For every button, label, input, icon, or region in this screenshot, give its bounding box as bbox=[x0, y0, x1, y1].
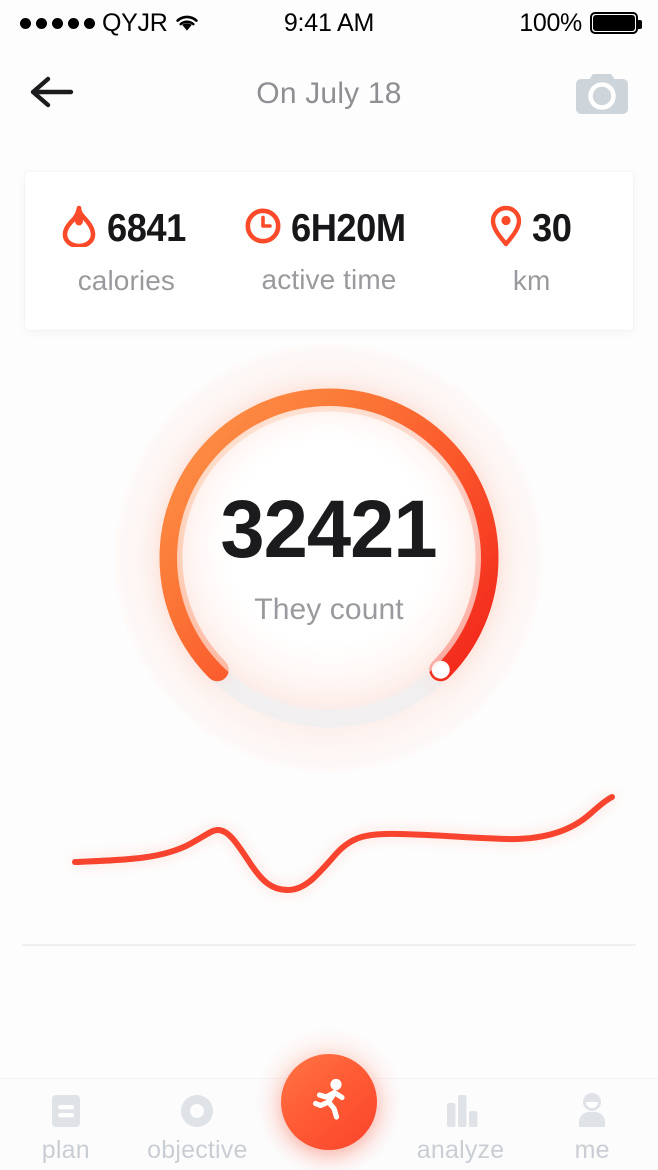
app-screen: QYJR 9:41 AM 100% On July 18 6841 calori… bbox=[0, 0, 658, 1170]
page-title: On July 18 bbox=[256, 77, 402, 110]
nav-item-analyze[interactable]: analyze bbox=[395, 1079, 527, 1165]
location-pin-icon bbox=[489, 205, 523, 252]
page-header: On July 18 bbox=[0, 46, 658, 142]
nav-label-me: me bbox=[574, 1136, 610, 1164]
flame-icon bbox=[60, 205, 98, 252]
camera-button[interactable] bbox=[571, 69, 633, 119]
start-run-fab[interactable] bbox=[281, 1054, 377, 1150]
plan-document-icon bbox=[43, 1088, 89, 1134]
stat-calories: 6841 calories bbox=[25, 205, 228, 297]
nav-label-plan: plan bbox=[41, 1136, 90, 1164]
nav-item-plan[interactable]: plan bbox=[0, 1079, 132, 1165]
objective-target-icon bbox=[174, 1088, 220, 1134]
status-bar-right: 100% bbox=[519, 8, 642, 38]
nav-label-objective: objective bbox=[147, 1136, 248, 1164]
analyze-bars-icon bbox=[438, 1088, 484, 1134]
battery-percent: 100% bbox=[519, 8, 582, 37]
stats-summary-card: 6841 calories 6H20M active time 30 km bbox=[25, 172, 633, 330]
stat-active-time-label: active time bbox=[261, 263, 397, 295]
steps-ring-gauge: 32421 They count bbox=[115, 344, 543, 772]
stat-active-time-value: 6H20M bbox=[290, 206, 406, 250]
stat-distance: 30 km bbox=[430, 205, 633, 297]
chart-line bbox=[72, 794, 615, 893]
step-count-value: 32421 bbox=[220, 484, 438, 575]
stat-active-time-top: 6H20M bbox=[244, 207, 414, 251]
nav-label-analyze: analyze bbox=[416, 1136, 505, 1164]
battery-full-icon bbox=[590, 12, 642, 34]
camera-icon bbox=[571, 74, 633, 123]
nav-item-objective[interactable]: objective bbox=[132, 1079, 264, 1165]
stat-distance-value: 30 bbox=[531, 206, 572, 250]
stat-calories-top: 6841 bbox=[60, 205, 192, 252]
activity-line-chart: 100 50 06:00 12:00 18:00 00:00 bbox=[0, 786, 658, 1001]
chart-plot bbox=[22, 793, 636, 946]
status-bar: QYJR 9:41 AM 100% bbox=[0, 0, 658, 46]
me-person-icon bbox=[569, 1088, 615, 1134]
start-run-fab-wrapper bbox=[255, 1028, 403, 1170]
step-count-caption: They count bbox=[254, 593, 404, 626]
stat-distance-top: 30 bbox=[489, 205, 574, 252]
nav-item-me[interactable]: me bbox=[526, 1079, 658, 1165]
stat-calories-value: 6841 bbox=[107, 206, 187, 250]
stat-distance-label: km bbox=[512, 265, 551, 296]
stat-active-time: 6H20M active time bbox=[228, 207, 431, 296]
gauge-center-content: 32421 They count bbox=[143, 372, 515, 744]
running-person-icon bbox=[301, 1072, 357, 1133]
stat-calories-label: calories bbox=[77, 265, 175, 296]
clock-icon bbox=[244, 207, 282, 250]
